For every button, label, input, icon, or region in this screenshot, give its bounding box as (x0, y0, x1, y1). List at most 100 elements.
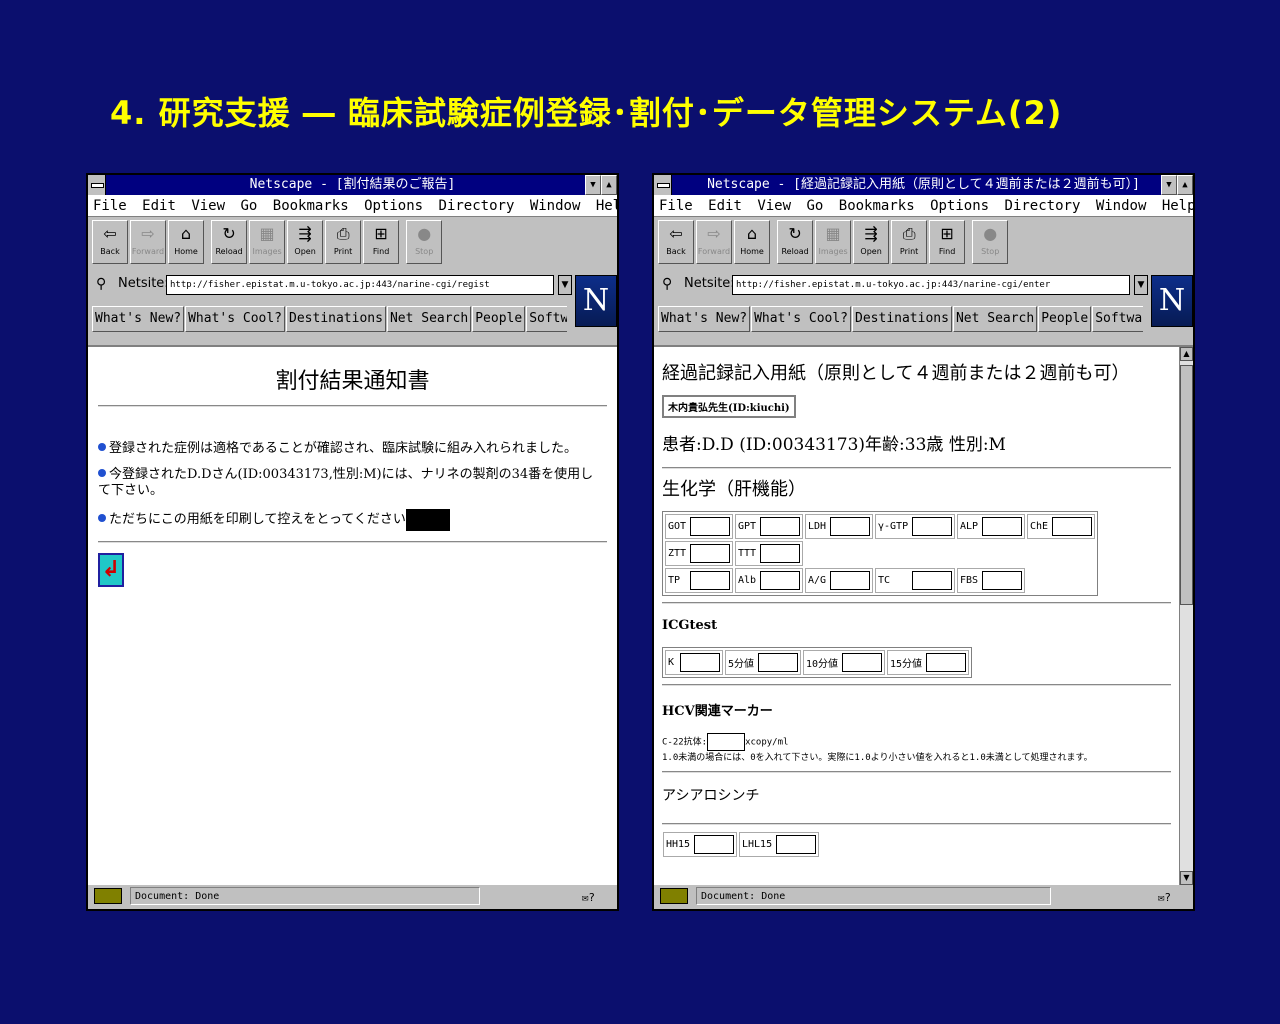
whats-new-button[interactable]: What's New? (658, 306, 751, 332)
find-button[interactable]: ⊞ Find (363, 220, 400, 264)
window-title: Netscape - [経過記録記入用紙（原則として４週前または２週前も可）] (707, 177, 1140, 192)
people-button[interactable]: People (472, 306, 526, 332)
field-tc: TC (875, 568, 955, 593)
scroll-down-icon[interactable]: ▼ (1180, 871, 1193, 885)
got-input[interactable] (690, 517, 730, 536)
menu-file[interactable]: File (659, 198, 693, 214)
minimize-button[interactable]: ▼ (1161, 175, 1177, 195)
che-input[interactable] (1052, 517, 1092, 536)
net-search-button[interactable]: Net Search (386, 306, 472, 332)
15min-input[interactable] (926, 653, 966, 672)
netscape-logo[interactable]: N (575, 275, 617, 327)
fbs-input[interactable] (982, 571, 1022, 590)
ggtp-input[interactable] (912, 517, 952, 536)
titlebar: Netscape - [経過記録記入用紙（原則として４週前または２週前も可）] … (654, 175, 1193, 195)
stop-button[interactable]: ● Stop (972, 220, 1009, 264)
people-button[interactable]: People (1038, 306, 1092, 332)
url-dropdown-button[interactable]: ▼ (1134, 275, 1148, 295)
print-button[interactable]: ⎙ Print (891, 220, 928, 264)
tc-input[interactable] (912, 571, 952, 590)
home-icon: ⌂ (180, 224, 192, 243)
menu-help[interactable]: Help (1162, 198, 1193, 214)
window-title: Netscape - [割付結果のご報告] (249, 177, 456, 192)
menu-options[interactable]: Options (364, 198, 423, 214)
ttt-input[interactable] (760, 544, 800, 563)
software-button[interactable]: Software (526, 306, 567, 332)
divider (662, 771, 1171, 773)
menu-directory[interactable]: Directory (1005, 198, 1081, 214)
gpt-input[interactable] (760, 517, 800, 536)
ztt-input[interactable] (690, 544, 730, 563)
k-input[interactable] (680, 653, 720, 672)
menu-directory[interactable]: Directory (439, 198, 515, 214)
url-field[interactable]: http://fisher.epistat.m.u-tokyo.ac.jp:44… (166, 275, 554, 295)
alb-input[interactable] (760, 571, 800, 590)
directory-buttons: What's New? What's Cool? Destinations Net S… (88, 303, 567, 333)
lhl15-input[interactable] (776, 835, 816, 854)
open-button[interactable]: ⇶ Open (287, 220, 324, 264)
find-button[interactable]: ⊞ Find (929, 220, 966, 264)
system-menu-button[interactable] (88, 175, 106, 195)
url-field[interactable]: http://fisher.epistat.m.u-tokyo.ac.jp:44… (732, 275, 1130, 295)
url-dropdown-button[interactable]: ▼ (558, 275, 572, 295)
maximize-button[interactable]: ▲ (601, 175, 617, 195)
open-button[interactable]: ⇶ Open (853, 220, 890, 264)
reload-button[interactable]: ↻ Reload (777, 220, 814, 264)
menu-view[interactable]: View (191, 198, 225, 214)
tp-input[interactable] (690, 571, 730, 590)
whats-cool-button[interactable]: What's Cool? (751, 306, 852, 332)
mail-icon[interactable]: ✉? (582, 887, 595, 909)
menu-file[interactable]: File (93, 198, 127, 214)
scroll-up-icon[interactable]: ▲ (1180, 347, 1193, 361)
browser-window-right: Netscape - [経過記録記入用紙（原則として４週前または２週前も可）] … (652, 173, 1195, 911)
forward-button[interactable]: ⇨ Forward (696, 220, 732, 264)
menu-help[interactable]: Help (596, 198, 617, 214)
5min-input[interactable] (758, 653, 798, 672)
net-search-button[interactable]: Net Search (952, 306, 1038, 332)
destinations-button[interactable]: Destinations (286, 306, 386, 332)
menu-edit[interactable]: Edit (708, 198, 742, 214)
menu-window[interactable]: Window (1096, 198, 1147, 214)
menu-edit[interactable]: Edit (142, 198, 176, 214)
home-button[interactable]: ⌂ Home (168, 220, 204, 264)
home-icon: ⌂ (746, 224, 758, 243)
10min-input[interactable] (842, 653, 882, 672)
whats-new-button[interactable]: What's New? (92, 306, 185, 332)
maximize-button[interactable]: ▲ (1177, 175, 1193, 195)
scroll-thumb[interactable] (1180, 365, 1193, 605)
return-arrow-icon[interactable]: ↲ (98, 553, 124, 587)
back-button[interactable]: ⇦ Back (92, 220, 128, 264)
destinations-button[interactable]: Destinations (852, 306, 952, 332)
mail-icon[interactable]: ✉? (1158, 887, 1171, 909)
patient-info: 患者:D.D (ID:00343173)年齢:33歳 性別:M (662, 435, 1006, 455)
ag-input[interactable] (830, 571, 870, 590)
menu-go[interactable]: Go (806, 198, 823, 214)
vertical-scrollbar[interactable]: ▲ ▼ (1179, 347, 1193, 885)
ldh-input[interactable] (830, 517, 870, 536)
home-button[interactable]: ⌂ Home (734, 220, 770, 264)
alp-input[interactable] (982, 517, 1022, 536)
stop-button[interactable]: ● Stop (406, 220, 443, 264)
c22-input[interactable] (707, 733, 746, 751)
doctor-id-label: 木内貴弘先生(ID:kiuchi) (662, 395, 796, 418)
whats-cool-button[interactable]: What's Cool? (185, 306, 286, 332)
menu-go[interactable]: Go (240, 198, 257, 214)
print-button[interactable]: ⎙ Print (325, 220, 362, 264)
minimize-button[interactable]: ▼ (585, 175, 601, 195)
reload-button[interactable]: ↻ Reload (211, 220, 248, 264)
netscape-logo[interactable]: N (1151, 275, 1193, 327)
system-menu-button[interactable] (654, 175, 672, 195)
menu-view[interactable]: View (757, 198, 791, 214)
menu-bookmarks[interactable]: Bookmarks (273, 198, 349, 214)
menu-window[interactable]: Window (530, 198, 581, 214)
field-che: ChE (1027, 514, 1095, 539)
menu-bookmarks[interactable]: Bookmarks (839, 198, 915, 214)
forward-button[interactable]: ⇨ Forward (130, 220, 166, 264)
images-button[interactable]: ▦ Images (815, 220, 852, 264)
images-button[interactable]: ▦ Images (249, 220, 286, 264)
hh15-input[interactable] (694, 835, 734, 854)
back-button[interactable]: ⇦ Back (658, 220, 694, 264)
page-content: 経過記録記入用紙（原則として４週前または２週前も可） 木内貴弘先生(ID:kiu… (654, 345, 1193, 885)
menu-options[interactable]: Options (930, 198, 989, 214)
software-button[interactable]: Software (1092, 306, 1143, 332)
